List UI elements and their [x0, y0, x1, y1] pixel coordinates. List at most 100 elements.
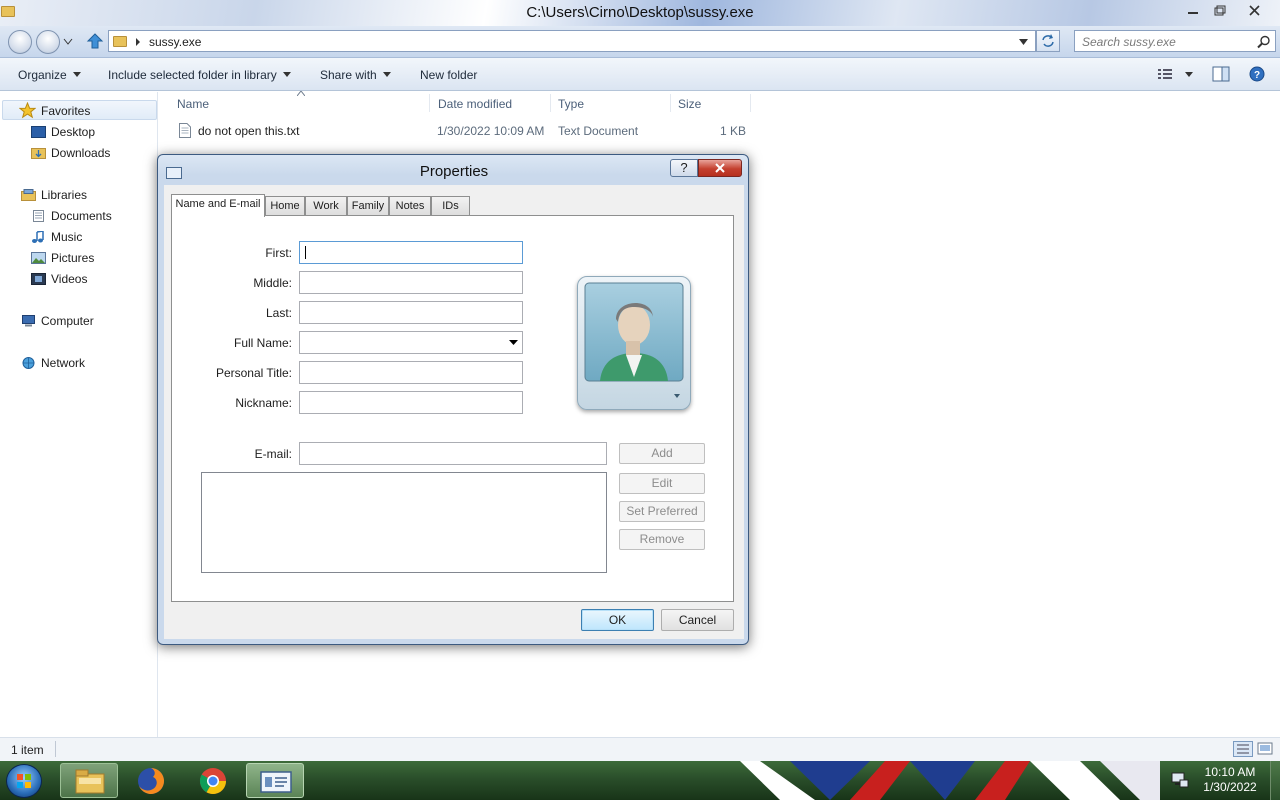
taskbar-contacts-button[interactable]	[246, 763, 304, 798]
documents-icon	[33, 210, 44, 222]
sidebar-item-favorites[interactable]: Favorites	[19, 102, 90, 119]
personal-title-field[interactable]	[299, 361, 523, 384]
refresh-button[interactable]	[1036, 30, 1060, 52]
middle-name-field[interactable]	[299, 271, 523, 294]
preview-pane-icon[interactable]	[1212, 66, 1230, 82]
file-list-header: Name Date modified Type Size	[159, 91, 759, 114]
tab-family[interactable]: Family	[347, 196, 389, 216]
sidebar-item-libraries[interactable]: Libraries	[21, 188, 87, 202]
network-tray-icon[interactable]	[1170, 771, 1190, 789]
breadcrumb-chevron-icon[interactable]	[135, 38, 141, 46]
contact-card-icon	[260, 771, 292, 793]
sidebar-item-desktop[interactable]: Desktop	[31, 125, 95, 139]
file-explorer-icon	[75, 769, 105, 794]
start-button[interactable]	[6, 764, 42, 798]
sidebar-item-computer[interactable]: Computer	[22, 314, 94, 328]
sidebar-item-music[interactable]: Music	[32, 230, 82, 244]
file-size: 1 KB	[720, 124, 747, 138]
organize-menu[interactable]: Organize	[18, 68, 81, 82]
column-header-type[interactable]: Type	[558, 97, 584, 111]
taskbar-firefox-button[interactable]	[122, 763, 180, 798]
file-date-modified: 1/30/2022 10:09 AM	[437, 124, 545, 138]
column-divider[interactable]	[750, 94, 751, 112]
edit-email-button[interactable]: Edit	[619, 473, 705, 494]
dialog-help-button[interactable]: ?	[670, 159, 698, 177]
email-label: E-mail:	[254, 447, 292, 461]
window-title: C:\Users\Cirno\Desktop\sussy.exe	[526, 4, 754, 21]
nickname-field[interactable]	[299, 391, 523, 414]
libraries-icon	[21, 189, 36, 201]
sort-ascending-icon	[297, 91, 305, 96]
help-icon[interactable]: ?	[1249, 66, 1265, 82]
column-header-date-modified[interactable]: Date modified	[438, 97, 512, 111]
sidebar-item-videos[interactable]: Videos	[31, 272, 87, 286]
email-address-list[interactable]	[201, 472, 607, 573]
minimize-button[interactable]	[1180, 2, 1206, 19]
videos-icon	[31, 273, 46, 285]
clock-time: 10:10 AM	[1204, 765, 1256, 779]
large-icons-view-icon[interactable]	[1257, 741, 1273, 757]
dialog-close-button[interactable]	[698, 159, 742, 177]
change-view-icon[interactable]	[1157, 67, 1195, 81]
file-type: Text Document	[558, 124, 639, 138]
tab-name-and-email[interactable]: Name and E-mail	[171, 194, 265, 217]
restore-button[interactable]	[1206, 2, 1232, 19]
up-arrow-icon[interactable]	[86, 32, 104, 50]
status-bar: 1 item	[0, 737, 1280, 761]
column-header-name[interactable]: Name	[177, 97, 209, 111]
include-in-library-menu[interactable]: Include selected folder in library	[108, 68, 291, 82]
share-with-menu[interactable]: Share with	[320, 68, 391, 82]
dialog-title: Properties	[419, 163, 489, 180]
forward-button[interactable]	[36, 30, 60, 54]
show-desktop-button[interactable]	[1270, 761, 1280, 800]
tab-home[interactable]: Home	[265, 196, 305, 216]
taskbar-chrome-button[interactable]	[184, 763, 242, 798]
full-name-dropdown[interactable]	[299, 331, 523, 354]
dropdown-arrow-icon	[72, 72, 81, 77]
tab-work[interactable]: Work	[305, 196, 347, 216]
file-name[interactable]: do not open this.txt	[198, 124, 299, 138]
sidebar-item-downloads[interactable]: Downloads	[31, 146, 110, 160]
folder-icon	[113, 36, 127, 47]
breadcrumb-sussy-exe[interactable]: sussy.exe	[149, 35, 201, 49]
last-name-field[interactable]	[299, 301, 523, 324]
music-note-icon	[32, 231, 44, 243]
downloads-folder-icon	[31, 148, 46, 159]
address-bar[interactable]: sussy.exe	[108, 30, 1036, 52]
sidebar-item-documents[interactable]: Documents	[33, 209, 112, 223]
column-divider[interactable]	[670, 94, 671, 112]
sidebar-item-network[interactable]: Network	[22, 356, 85, 370]
address-dropdown-icon[interactable]	[1019, 39, 1028, 45]
search-icon[interactable]	[1257, 35, 1271, 49]
tab-ids[interactable]: IDs	[431, 196, 470, 216]
email-field[interactable]	[299, 442, 607, 465]
tab-notes[interactable]: Notes	[389, 196, 431, 216]
close-button[interactable]	[1240, 2, 1270, 19]
command-bar: Organize Include selected folder in libr…	[0, 58, 1280, 91]
column-header-size[interactable]: Size	[678, 97, 701, 111]
first-name-field[interactable]	[299, 241, 523, 264]
back-button[interactable]	[8, 30, 32, 54]
history-dropdown-icon[interactable]	[63, 38, 73, 46]
contact-picture-button[interactable]	[577, 276, 691, 410]
sidebar-item-pictures[interactable]: Pictures	[31, 251, 94, 265]
dropdown-arrow-icon[interactable]	[509, 340, 518, 345]
cancel-button[interactable]: Cancel	[661, 609, 734, 631]
system-clock[interactable]: 10:10 AM 1/30/2022	[1195, 765, 1265, 795]
new-folder-button[interactable]: New folder	[420, 68, 477, 82]
add-email-button[interactable]: Add	[619, 443, 705, 464]
remove-email-button[interactable]: Remove	[619, 529, 705, 550]
text-file-icon	[179, 123, 191, 138]
firefox-icon	[138, 768, 164, 794]
details-view-icon[interactable]	[1233, 741, 1253, 757]
set-preferred-button[interactable]: Set Preferred	[619, 501, 705, 522]
navigation-pane: Favorites Desktop Downloads Libraries Do…	[0, 92, 158, 737]
taskbar-explorer-button[interactable]	[60, 763, 118, 798]
ok-button[interactable]: OK	[581, 609, 654, 631]
search-box[interactable]: Search sussy.exe	[1074, 30, 1276, 52]
search-input[interactable]: Search sussy.exe	[1082, 35, 1176, 49]
desktop-icon	[31, 126, 46, 138]
column-divider[interactable]	[429, 94, 430, 112]
pictures-icon	[31, 252, 46, 264]
column-divider[interactable]	[550, 94, 551, 112]
